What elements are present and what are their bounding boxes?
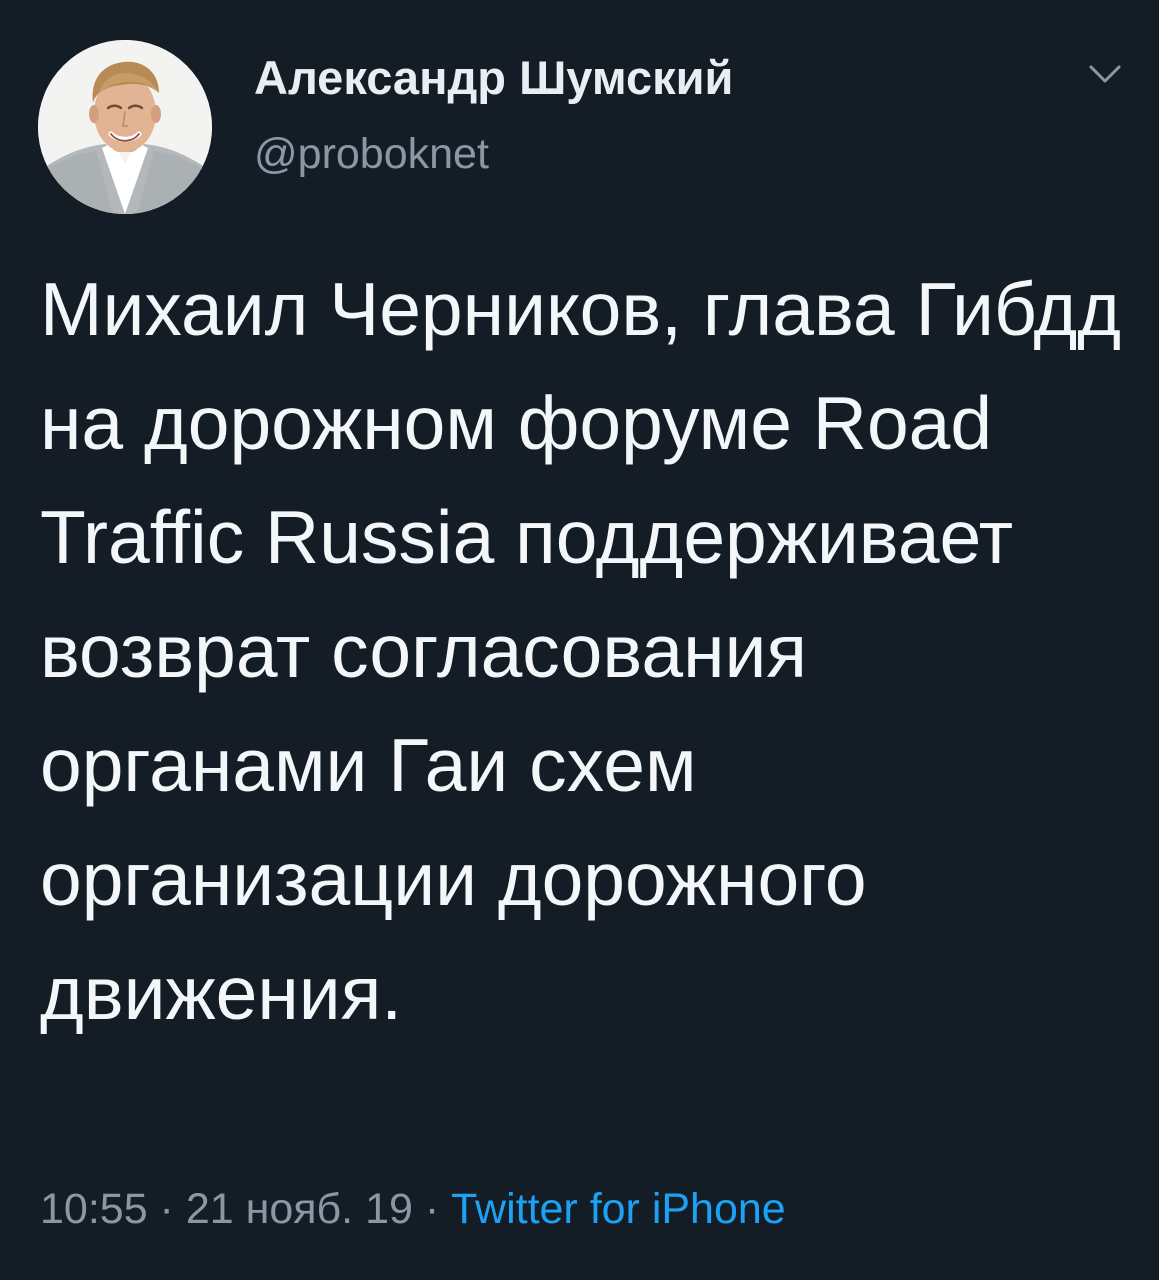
profile-photo	[38, 40, 212, 214]
chevron-down-icon[interactable]	[1088, 62, 1122, 86]
tweet-meta: 10:55 · 21 нояб. 19 · Twitter for iPhone	[40, 1188, 786, 1231]
meta-separator: ·	[412, 1185, 452, 1233]
tweet-date[interactable]: 21 нояб. 19	[186, 1185, 413, 1233]
author-name[interactable]: Александр Шумский	[254, 50, 733, 105]
tweet-time[interactable]: 10:55	[40, 1185, 148, 1233]
tweet-source-link[interactable]: Twitter for iPhone	[451, 1185, 786, 1233]
meta-separator: ·	[147, 1185, 186, 1233]
author-avatar[interactable]	[38, 40, 212, 214]
tweet-card: Александр Шумский @proboknet Михаил Черн…	[0, 0, 1159, 1280]
author-handle[interactable]: @proboknet	[254, 130, 489, 179]
tweet-text: Михаил Черников, глава Гибдд на дорожном…	[40, 267, 1121, 1035]
